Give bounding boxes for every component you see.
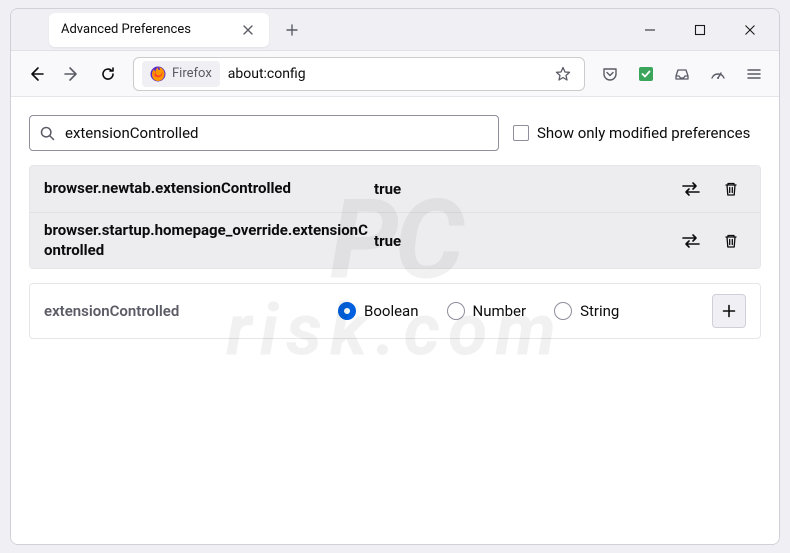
back-button[interactable]: [21, 59, 51, 89]
pocket-button[interactable]: [595, 59, 625, 89]
toggle-button[interactable]: [676, 174, 706, 204]
radio-label: Boolean: [364, 302, 419, 320]
pref-row[interactable]: browser.startup.homepage_override.extens…: [30, 212, 760, 268]
search-row: Show only modified preferences: [29, 115, 761, 151]
type-radio-group: Boolean Number String: [338, 302, 702, 320]
search-box[interactable]: [29, 115, 499, 151]
close-window-button[interactable]: [725, 9, 775, 51]
bookmark-button[interactable]: [550, 61, 576, 87]
extension-badge-icon: [638, 66, 654, 82]
radio-icon: [338, 302, 356, 320]
checkbox-icon: [513, 125, 529, 141]
radio-option-number[interactable]: Number: [447, 302, 527, 320]
preferences-table: browser.newtab.extensionControlled true …: [29, 165, 761, 269]
add-preference-row: extensionControlled Boolean Number Strin…: [29, 283, 761, 339]
radio-label: Number: [473, 302, 527, 320]
toggle-icon: [681, 181, 701, 197]
show-only-modified-checkbox[interactable]: Show only modified preferences: [513, 124, 750, 142]
titlebar: Advanced Preferences: [11, 9, 779, 51]
browser-window: Advanced Preferences: [10, 8, 780, 545]
pref-row[interactable]: browser.newtab.extensionControlled true: [30, 166, 760, 212]
url-text: about:config: [228, 66, 542, 82]
arrow-right-icon: [64, 66, 80, 82]
identity-box[interactable]: Firefox: [142, 61, 220, 87]
content-area: Show only modified preferences browser.n…: [11, 97, 779, 544]
checkbox-text: Show only modified preferences: [537, 124, 750, 142]
toolbar-actions: [595, 59, 769, 89]
inbox-button[interactable]: [667, 59, 697, 89]
radio-icon: [447, 302, 465, 320]
minimize-icon: [644, 24, 656, 36]
radio-label: String: [580, 302, 619, 320]
close-icon: [744, 24, 756, 36]
pref-name: browser.newtab.extensionControlled: [44, 179, 374, 199]
close-tab-button[interactable]: [239, 21, 257, 39]
arrow-left-icon: [28, 66, 44, 82]
nav-toolbar: Firefox about:config: [11, 51, 779, 97]
toggle-icon: [681, 233, 701, 249]
radio-option-string[interactable]: String: [554, 302, 619, 320]
radio-icon: [554, 302, 572, 320]
pref-value: true: [374, 232, 676, 250]
hamburger-icon: [746, 66, 762, 82]
pref-actions: [676, 226, 746, 256]
trash-icon: [723, 181, 739, 197]
plus-icon: [285, 23, 299, 37]
menu-button[interactable]: [739, 59, 769, 89]
maximize-button[interactable]: [675, 9, 725, 51]
search-icon: [40, 126, 55, 141]
pocket-icon: [602, 66, 618, 82]
reload-icon: [100, 66, 116, 82]
browser-tab[interactable]: Advanced Preferences: [49, 13, 269, 47]
reload-button[interactable]: [93, 59, 123, 89]
window-controls: [625, 9, 775, 50]
dashboard-button[interactable]: [703, 59, 733, 89]
pref-actions: [676, 174, 746, 204]
pref-name: browser.startup.homepage_override.extens…: [44, 221, 374, 260]
search-input[interactable]: [65, 124, 488, 142]
toggle-button[interactable]: [676, 226, 706, 256]
star-icon: [555, 66, 571, 82]
close-icon: [242, 24, 254, 36]
minimize-button[interactable]: [625, 9, 675, 51]
pref-value: true: [374, 180, 676, 198]
firefox-logo-icon: [150, 66, 166, 82]
tab-title: Advanced Preferences: [61, 22, 229, 37]
maximize-icon: [694, 24, 706, 36]
trash-icon: [723, 233, 739, 249]
radio-option-boolean[interactable]: Boolean: [338, 302, 419, 320]
add-preference-button[interactable]: [712, 294, 746, 328]
inbox-icon: [674, 66, 690, 82]
reset-button[interactable]: [716, 174, 746, 204]
plus-icon: [722, 304, 736, 318]
identity-label: Firefox: [172, 66, 212, 81]
extension-button[interactable]: [631, 59, 661, 89]
url-bar[interactable]: Firefox about:config: [133, 57, 585, 91]
gauge-icon: [710, 66, 726, 82]
forward-button[interactable]: [57, 59, 87, 89]
reset-button[interactable]: [716, 226, 746, 256]
new-tab-button[interactable]: [277, 15, 307, 45]
add-pref-name: extensionControlled: [44, 302, 328, 320]
